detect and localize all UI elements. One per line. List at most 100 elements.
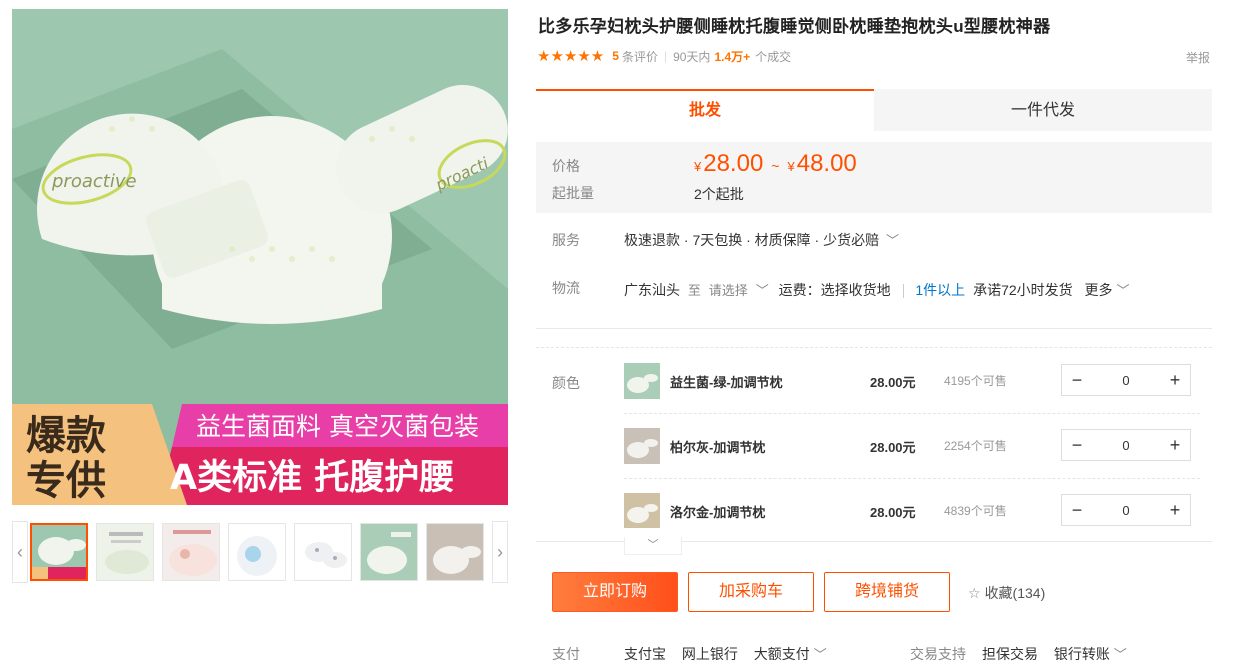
sales-count: 1.4万+ <box>714 49 751 64</box>
to-text: 至 <box>687 283 701 298</box>
cross-border-button[interactable]: 跨境铺货 <box>824 572 950 612</box>
chevron-down-icon[interactable]: ﹀ <box>814 647 827 662</box>
payment-label: 支付 <box>552 646 580 662</box>
prev-thumb-arrow-icon[interactable]: ‹ <box>12 521 28 583</box>
thumbnail-1[interactable] <box>30 523 88 581</box>
quantity-stepper: − 0 + <box>1061 364 1191 396</box>
quantity-input[interactable]: 0 <box>1092 373 1160 388</box>
minus-icon[interactable]: − <box>1062 495 1092 525</box>
favorite-link[interactable]: ☆ 收藏(134) <box>968 583 1045 603</box>
currency-symbol: ¥ <box>694 159 702 174</box>
sku-price: 28.00元 <box>870 375 916 390</box>
chevron-down-icon[interactable]: ﹀ <box>1114 647 1127 662</box>
report-link[interactable]: 举报 <box>1186 49 1210 66</box>
price-max: 48.00 <box>796 150 857 177</box>
sku-stock: 4839个可售 <box>944 504 1007 518</box>
tab-dropship[interactable]: 一件代发 <box>874 89 1212 131</box>
thumbnail-3[interactable] <box>162 523 220 581</box>
divider <box>536 328 1212 329</box>
thumbnail-strip: ‹ › <box>12 521 508 585</box>
favorite-label: 收藏(134) <box>984 585 1046 601</box>
buy-now-button[interactable]: 立即订购 <box>552 572 678 612</box>
quantity-stepper: − 0 + <box>1061 429 1191 461</box>
sku-name: 洛尔金-加调节枕 <box>670 505 766 520</box>
sku-thumbnail[interactable] <box>624 493 660 528</box>
sku-stock: 2254个可售 <box>944 439 1007 453</box>
sales-period: 90天内 <box>673 49 711 64</box>
quantity-input[interactable]: 0 <box>1092 503 1160 518</box>
rating-stars-icon: ★★★★★ <box>537 48 605 65</box>
sales-label: 个成交 <box>755 49 792 64</box>
minus-icon[interactable]: − <box>1062 430 1092 460</box>
thumbnail-6[interactable] <box>360 523 418 581</box>
trade-methods: 担保交易 银行转账 ﹀ <box>982 644 1127 664</box>
sku-price: 28.00元 <box>870 505 916 520</box>
thumbnail-7[interactable] <box>426 523 484 581</box>
currency-symbol: ¥ <box>787 159 795 174</box>
quantity-stepper: − 0 + <box>1061 494 1191 526</box>
sku-thumbnail[interactable] <box>624 428 660 464</box>
service-text: 极速退款 · 7天包换 · 材质保障 · 少货必赔 <box>624 232 880 248</box>
quantity-input[interactable]: 0 <box>1092 438 1160 453</box>
moq-value: 2个起批 <box>694 186 744 202</box>
trade-support-label: 交易支持 <box>910 646 966 662</box>
origin-text: 广东汕头 <box>624 282 680 298</box>
moq-label: 起批量 <box>552 185 594 201</box>
divider <box>902 284 904 299</box>
review-count[interactable]: 5 <box>612 49 619 63</box>
review-label[interactable]: 条评价 <box>622 48 658 65</box>
ship-promise: 承诺72小时发货 <box>973 282 1073 298</box>
sku-row: 洛尔金-加调节枕 28.00元 4839个可售 − 0 + <box>624 492 1200 528</box>
sku-thumbnail[interactable] <box>624 363 660 399</box>
logistics-label: 物流 <box>552 280 580 296</box>
add-to-cart-button[interactable]: 加采购车 <box>688 572 814 612</box>
thumbnail-2[interactable] <box>96 523 154 581</box>
divider <box>624 413 1200 414</box>
price-range: ¥28.00 ~ ¥48.00 <box>694 150 857 178</box>
star-outline-icon: ☆ <box>968 585 981 601</box>
chevron-down-icon[interactable]: ﹀ <box>886 233 899 248</box>
sku-name: 益生菌-绿-加调节枕 <box>670 375 783 390</box>
badge-line-2: 专供 <box>26 458 106 504</box>
price-label: 价格 <box>552 158 580 174</box>
qty-threshold: 1件以上 <box>915 282 966 298</box>
logo-text: proactive <box>51 171 137 192</box>
freight-text[interactable]: 运费：选择收货地 <box>779 282 891 298</box>
thumbnail-5[interactable] <box>294 523 352 581</box>
color-label: 颜色 <box>552 375 580 391</box>
plus-icon[interactable]: + <box>1160 365 1190 395</box>
chevron-down-icon[interactable]: ﹀ <box>756 283 769 298</box>
sku-stock: 4195个可售 <box>944 374 1007 388</box>
trade-method: 担保交易 <box>982 646 1038 662</box>
plus-icon[interactable]: + <box>1160 430 1190 460</box>
divider: | <box>663 49 668 63</box>
plus-icon[interactable]: + <box>1160 495 1190 525</box>
chevron-down-icon[interactable]: ﹀ <box>1116 283 1129 298</box>
main-product-image[interactable]: proactive proacti 益生菌面料 真空灭菌包装 A类标准 托腹护腰… <box>12 9 508 505</box>
banner-top-text: 益生菌面料 真空灭菌包装 <box>196 412 479 441</box>
price-tilde: ~ <box>771 158 780 174</box>
next-thumb-arrow-icon[interactable]: › <box>492 521 508 583</box>
trade-method[interactable]: 银行转账 <box>1054 646 1110 662</box>
sku-name: 柏尔灰-加调节枕 <box>670 440 766 455</box>
sku-row: 柏尔灰-加调节枕 28.00元 2254个可售 − 0 + <box>624 427 1200 483</box>
rating-row: ★★★★★ 5 条评价 | 90天内 1.4万+ 个成交 <box>537 46 791 66</box>
banner-bottom-text: A类标准 托腹护腰 <box>170 458 454 498</box>
pay-method[interactable]: 大额支付 <box>754 646 810 662</box>
purchase-mode-tabs: 批发 一件代发 <box>536 89 1212 131</box>
service-label: 服务 <box>552 232 580 248</box>
sku-row: 益生菌-绿-加调节枕 28.00元 4195个可售 − 0 + <box>624 362 1200 418</box>
service-value[interactable]: 极速退款 · 7天包换 · 材质保障 · 少货必赔 ﹀ <box>624 230 899 250</box>
more-link[interactable]: 更多 <box>1085 282 1113 298</box>
pay-method: 网上银行 <box>681 646 738 662</box>
logistics-row: 广东汕头 至 请选择 ﹀ 运费：选择收货地 1件以上 承诺72小时发货 更多 ﹀ <box>624 280 1129 300</box>
badge-line-1: 爆款 <box>26 413 106 459</box>
product-title: 比多乐孕妇枕头护腰侧睡枕托腹睡觉侧卧枕睡垫抱枕头u型腰枕神器 <box>538 17 1051 36</box>
divider <box>536 347 1212 348</box>
destination-select[interactable]: 请选择 <box>709 283 748 298</box>
expand-sku-chevron-icon[interactable]: ﹀ <box>624 537 682 555</box>
tab-wholesale[interactable]: 批发 <box>536 89 874 131</box>
minus-icon[interactable]: − <box>1062 365 1092 395</box>
thumbnail-4[interactable] <box>228 523 286 581</box>
price-min: 28.00 <box>703 150 764 177</box>
